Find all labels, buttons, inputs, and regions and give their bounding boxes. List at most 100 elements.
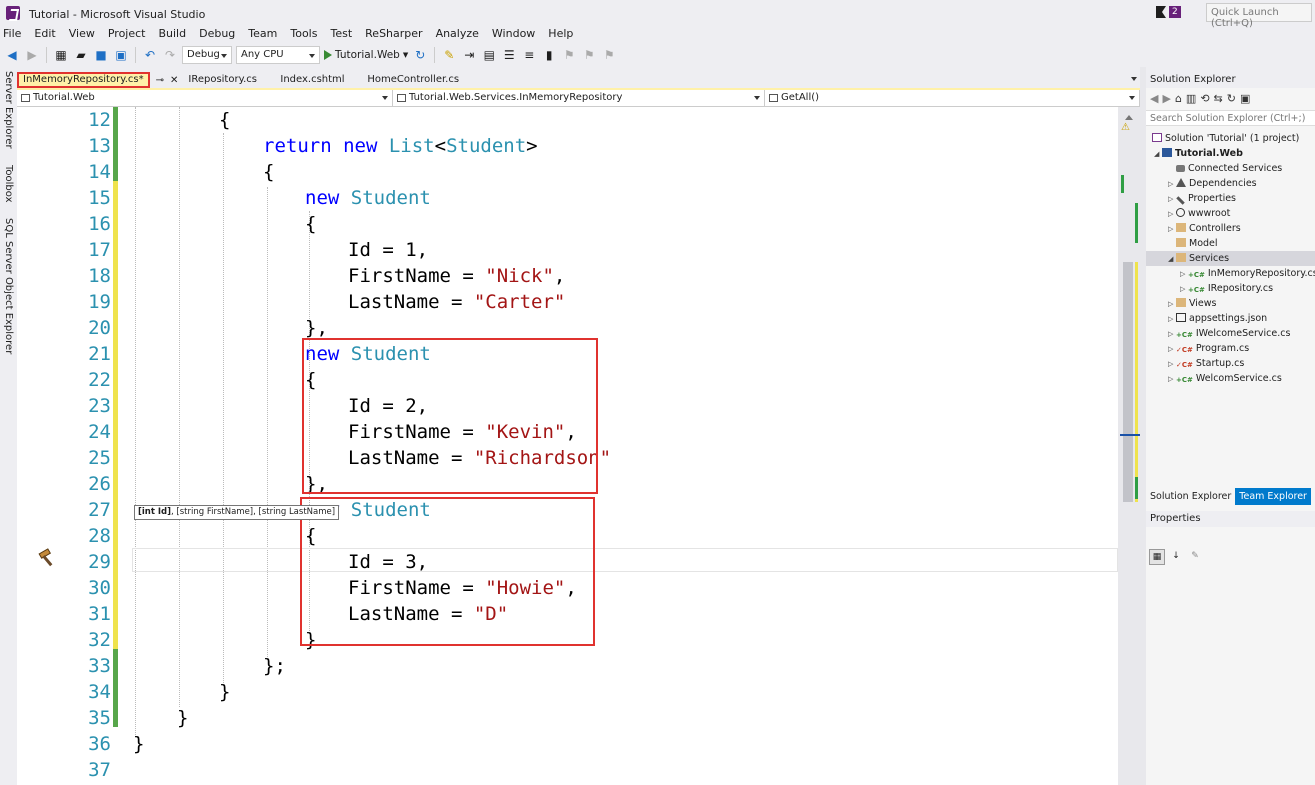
menu-help[interactable]: Help (543, 27, 581, 43)
tab-inmemoryrepository[interactable]: InMemoryRepository.cs* (17, 72, 150, 88)
type-dropdown[interactable]: Tutorial.Web.Services.InMemoryRepository (393, 90, 765, 106)
save-all-icon[interactable]: ▣ (113, 47, 129, 63)
refresh-icon[interactable]: ↻ (412, 47, 428, 63)
new-project-icon[interactable]: ▦ (53, 47, 69, 63)
server-explorer-tab[interactable]: Server Explorer (2, 71, 15, 149)
back-icon[interactable]: ◀ (1150, 92, 1158, 105)
collapsed-icon[interactable]: ▷ (1168, 222, 1176, 237)
tree-item-welcomservice[interactable]: ▷ +C# WelcomService.cs (1146, 371, 1315, 386)
quick-launch-input[interactable]: Quick Launch (Ctrl+Q) (1206, 3, 1312, 29)
redo-icon[interactable]: ↷ (162, 47, 178, 63)
browser-link-icon[interactable]: ✎ (441, 47, 457, 63)
step-into-icon[interactable]: ⇥ (461, 47, 477, 63)
forward-icon[interactable]: ▶ (1162, 92, 1170, 105)
tree-item-views[interactable]: ▷ Views (1146, 296, 1315, 311)
menu-analyze[interactable]: Analyze (431, 27, 487, 43)
configuration-select[interactable]: Debug (182, 46, 232, 64)
property-pages-icon[interactable]: ✎ (1187, 549, 1203, 565)
expanded-icon[interactable]: ◢ (1168, 252, 1176, 267)
tree-item-wwwroot[interactable]: ▷ wwwroot (1146, 206, 1315, 221)
solution-search-input[interactable]: Search Solution Explorer (Ctrl+;) (1146, 110, 1315, 126)
collapsed-icon[interactable]: ▷ (1168, 192, 1176, 207)
collapsed-icon[interactable]: ▷ (1168, 207, 1176, 222)
menu-view[interactable]: View (64, 27, 103, 43)
tree-item-iwelcomeservice[interactable]: ▷ +C# IWelcomeService.cs (1146, 326, 1315, 341)
collapsed-icon[interactable]: ▷ (1168, 312, 1176, 327)
tree-item-services[interactable]: ◢ Services (1146, 251, 1315, 266)
menu-edit[interactable]: Edit (29, 27, 63, 43)
tab-team-explorer[interactable]: Team Explorer (1235, 488, 1311, 505)
tree-item-properties[interactable]: ▷ Properties (1146, 191, 1315, 206)
menu-project[interactable]: Project (103, 27, 154, 43)
collapsed-icon[interactable]: ▷ (1168, 372, 1176, 387)
project-dropdown[interactable]: Tutorial.Web (17, 90, 393, 106)
menu-file[interactable]: File (0, 27, 29, 43)
menu-debug[interactable]: Debug (194, 27, 243, 43)
home-icon[interactable]: ⌂ (1175, 92, 1182, 105)
collapsed-icon[interactable]: ▷ (1180, 267, 1188, 282)
tree-item-model[interactable]: Model (1146, 236, 1315, 251)
collapsed-icon[interactable]: ▷ (1168, 342, 1176, 357)
comment-icon[interactable]: ☰ (501, 47, 517, 63)
forward-icon[interactable]: ▶ (24, 47, 40, 63)
switch-views-icon[interactable]: ▥ (1186, 92, 1196, 105)
refresh-icon[interactable]: ↻ (1227, 92, 1236, 105)
clear-bookmarks-icon[interactable]: ⚑ (601, 47, 617, 63)
editor-vertical-scrollbar[interactable]: ⚠ (1118, 107, 1140, 785)
scroll-up-icon[interactable] (1125, 111, 1133, 120)
tree-item-dependencies[interactable]: ▷ Dependencies (1146, 176, 1315, 191)
pin-icon[interactable]: ⊸ (156, 75, 164, 86)
tab-irepository[interactable]: IRepository.cs (184, 72, 276, 88)
next-bookmark-icon[interactable]: ⚑ (581, 47, 597, 63)
categorized-icon[interactable]: ▦ (1149, 549, 1165, 565)
menu-window[interactable]: Window (487, 27, 543, 43)
bookmark-icon[interactable]: ▮ (541, 47, 557, 63)
toolbox-tab[interactable]: Toolbox (2, 165, 15, 203)
uncomment-icon[interactable]: ≡ (521, 47, 537, 63)
save-icon[interactable]: ■ (93, 47, 109, 63)
collapsed-icon[interactable]: ▷ (1168, 327, 1176, 342)
toggle-panel-icon[interactable]: ▤ (481, 47, 497, 63)
tree-item-startup[interactable]: ▷ ✓C# Startup.cs (1146, 356, 1315, 371)
tree-item-solution[interactable]: Solution 'Tutorial' (1 project) (1146, 131, 1315, 146)
tab-index-cshtml[interactable]: Index.cshtml (276, 72, 363, 88)
tab-homecontroller[interactable]: HomeController.cs (363, 72, 471, 88)
scroll-thumb[interactable] (1123, 262, 1133, 502)
start-debugging-button[interactable]: Tutorial.Web ▼ (324, 49, 408, 61)
tree-item-irepository[interactable]: ▷ +C# IRepository.cs (1146, 281, 1315, 296)
platform-select[interactable]: Any CPU (236, 46, 320, 64)
collapsed-icon[interactable]: ▷ (1168, 177, 1176, 192)
tree-item-program[interactable]: ▷ ✓C# Program.cs (1146, 341, 1315, 356)
tree-item-appsettings[interactable]: ▷ appsettings.json (1146, 311, 1315, 326)
expanded-icon[interactable]: ◢ (1154, 147, 1162, 162)
pending-changes-icon[interactable]: ⟲ (1200, 92, 1209, 105)
open-file-icon[interactable]: ▰ (73, 47, 89, 63)
prev-bookmark-icon[interactable]: ⚑ (561, 47, 577, 63)
code-editor[interactable]: 12{ 13 return new List<Student> 14{ 15 new… (17, 107, 1118, 785)
menu-resharper[interactable]: ReSharper (360, 27, 430, 43)
line-number: 24 (88, 421, 111, 443)
tree-item-inmemoryrepository[interactable]: ▷ +C# InMemoryRepository.cs (1146, 266, 1315, 281)
tab-overflow-icon[interactable] (1131, 77, 1137, 84)
tree-item-connected-services[interactable]: Connected Services (1146, 161, 1315, 176)
collapsed-icon[interactable]: ▷ (1180, 282, 1188, 297)
tree-item-project[interactable]: ◢ Tutorial.Web (1146, 146, 1315, 161)
close-icon[interactable]: ✕ (170, 75, 178, 86)
collapse-all-icon[interactable]: ▣ (1240, 92, 1250, 105)
tree-item-controllers[interactable]: ▷ Controllers (1146, 221, 1315, 236)
menu-tools[interactable]: Tools (285, 27, 325, 43)
notifications[interactable]: 2 (1156, 6, 1181, 18)
back-icon[interactable]: ◀ (4, 47, 20, 63)
sync-icon[interactable]: ⇆ (1214, 92, 1223, 105)
alphabetical-icon[interactable]: ↓ (1168, 549, 1184, 565)
tab-solution-explorer[interactable]: Solution Explorer (1146, 488, 1236, 505)
quick-action-hammer-icon[interactable] (37, 548, 57, 568)
member-dropdown[interactable]: GetAll() (765, 90, 1140, 106)
sql-server-object-explorer-tab[interactable]: SQL Server Object Explorer (2, 218, 15, 354)
menu-team[interactable]: Team (243, 27, 285, 43)
undo-icon[interactable]: ↶ (142, 47, 158, 63)
collapsed-icon[interactable]: ▷ (1168, 357, 1176, 372)
collapsed-icon[interactable]: ▷ (1168, 297, 1176, 312)
menu-test[interactable]: Test (325, 27, 360, 43)
menu-build[interactable]: Build (153, 27, 194, 43)
